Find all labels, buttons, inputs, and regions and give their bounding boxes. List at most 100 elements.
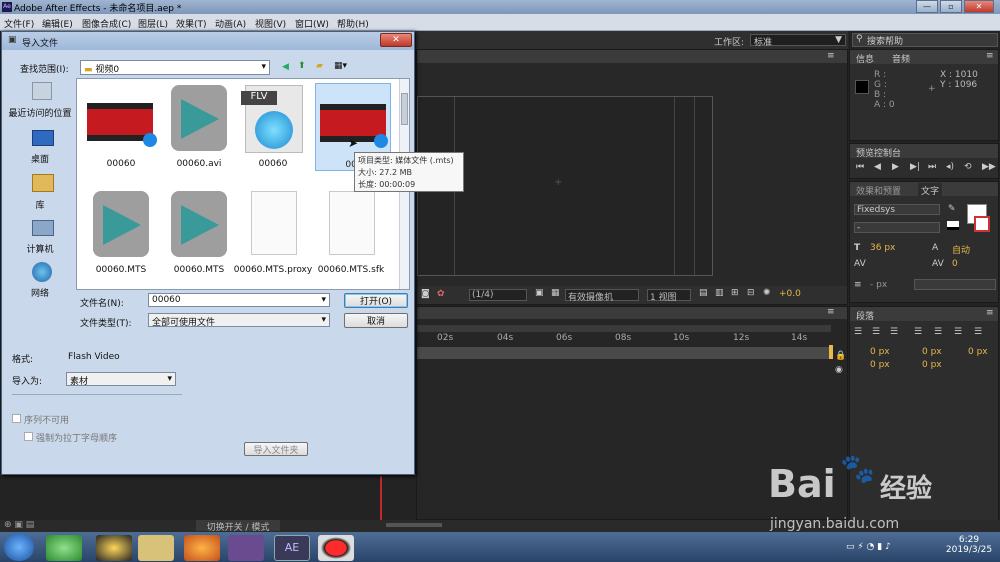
panel-menu-icon[interactable]: ≡ [986,51,994,61]
open-button[interactable]: 打开(O) [344,293,408,308]
audio-icon[interactable]: ◂) [946,162,954,172]
app-360-icon[interactable] [46,535,82,561]
import-as-select[interactable]: 素材 ▾ [66,372,176,387]
justify-left-icon[interactable]: ☰ [914,327,922,337]
font-size-value[interactable]: 36 px [870,243,895,253]
camera-snapshot-icon[interactable]: ◙ [421,289,430,299]
current-time-indicator[interactable] [829,345,833,359]
region-icon[interactable]: ▣ [535,288,544,298]
work-area-bar[interactable] [417,325,831,332]
place-network[interactable]: 网络 [8,286,72,299]
tab-audio[interactable]: 音频 [892,52,910,65]
last-frame-icon[interactable]: ⏭ [928,162,936,172]
place-computer[interactable]: 计算机 [8,242,72,255]
font-family-select[interactable]: Fixedsys [854,204,940,215]
tab-character[interactable]: 文字 [918,183,943,198]
fast-preview-icon[interactable]: ▥ [715,288,724,298]
toggle-pixel-icon[interactable]: ▤ [699,288,708,298]
indent-right-value[interactable]: 0 px [922,347,942,357]
file-item[interactable]: 00060.MTS.proxy [234,191,312,279]
indent-first-value[interactable]: 0 px [968,347,988,357]
align-right-icon[interactable]: ☰ [890,327,898,337]
place-desktop[interactable]: 桌面 [8,152,72,165]
align-center-icon[interactable]: ☰ [872,327,880,337]
file-item[interactable]: 00060.MTS [163,191,235,279]
place-library[interactable]: 库 [8,198,72,211]
fill-color-swatch[interactable] [947,221,959,230]
scrollbar-thumb[interactable] [401,93,408,125]
eyedropper-icon[interactable]: ✎ [948,204,956,214]
video-player-icon[interactable] [228,535,264,561]
loop-icon[interactable]: ⟲ [964,162,972,172]
after-effects-taskbar-icon[interactable]: AE [274,535,310,561]
tab-paragraph[interactable]: 段落 [856,309,874,322]
stroke-mode-select[interactable] [914,279,996,290]
filename-input[interactable]: 00060 ▾ [148,293,330,307]
new-folder-icon[interactable]: ▰ [316,61,323,71]
file-item[interactable]: 00060 [85,85,157,173]
next-frame-icon[interactable]: ▶| [910,162,920,172]
menu-layer[interactable]: 图层(L) [138,17,168,30]
project-settings-icon[interactable]: ⊕ ▣ ▤ [4,520,34,530]
dialog-close-button[interactable]: ✕ [380,33,412,47]
resolution-select[interactable]: (1/4) [469,289,527,301]
prev-frame-icon[interactable]: ◀ [874,162,881,172]
tab-info[interactable]: 信息 [856,52,874,65]
recorder-icon[interactable] [318,535,354,561]
workspace-select[interactable]: 标准 ▼ [750,34,846,48]
menu-effect[interactable]: 效果(T) [176,17,207,30]
exposure-icon[interactable]: ✺ [763,288,771,298]
space-before-value[interactable]: 0 px [870,360,890,370]
transparency-grid-icon[interactable]: ▦ [551,288,560,298]
clock[interactable]: 6:29 2019/3/25 [944,535,994,555]
stroke-color[interactable] [974,216,990,232]
zoom-slider[interactable] [386,523,442,527]
space-after-value[interactable]: 0 px [922,360,942,370]
first-frame-icon[interactable]: ⏮ [856,162,864,172]
maximize-button[interactable]: ▫ [940,0,962,13]
help-search-input[interactable]: ⚲ 搜索帮助 [852,33,998,47]
file-item[interactable]: 00060.MTS [85,191,157,279]
tracking-value[interactable]: 0 [952,259,958,269]
minimize-button[interactable]: — [916,0,938,13]
justify-center-icon[interactable]: ☰ [934,327,942,337]
menu-composition[interactable]: 图像合成(C) [82,17,131,30]
timeline-icon[interactable]: ⊞ [731,288,739,298]
place-recent[interactable]: 最近访问的位置 [8,106,72,119]
indent-value[interactable]: - px [870,280,887,290]
filetype-select[interactable]: 全部可使用文件 ▾ [148,313,330,328]
menu-window[interactable]: 窗口(W) [295,17,329,30]
panel-menu-icon[interactable]: ≡ [986,308,994,318]
exposure-value[interactable]: +0.0 [779,289,801,299]
file-explorer-icon[interactable] [138,535,174,561]
flowchart-icon[interactable]: ⊟ [747,288,755,298]
tray-icons[interactable]: ▭ ⚡ ◔ ▮ ♪ [846,542,891,552]
menu-animation[interactable]: 动画(A) [215,17,246,30]
up-folder-icon[interactable]: ⬆ [298,61,306,71]
justify-right-icon[interactable]: ☰ [954,327,962,337]
camera-select[interactable]: 有效摄像机 [565,289,639,303]
lock-icon[interactable]: 🔒 [835,351,846,361]
color-channels-icon[interactable]: ✿ [437,289,445,299]
qq-icon[interactable] [96,535,132,561]
font-style-select[interactable]: - [854,222,940,233]
views-select[interactable]: 1 视图 [647,289,691,303]
tab-effects-presets[interactable]: 效果和预置 [856,184,901,197]
file-item[interactable]: FLV 00060 [237,85,309,173]
leading-value[interactable]: 自动 [952,243,970,256]
tab-preview[interactable]: 预览控制台 [856,146,901,159]
file-item[interactable]: 00060.avi [163,85,235,173]
firefox-icon[interactable] [184,535,220,561]
look-in-select[interactable]: ▬ 视频0 ▾ [80,60,270,75]
align-left-icon[interactable]: ☰ [854,327,862,337]
camera-icon[interactable]: ◉ [835,365,843,375]
force-alpha-checkbox[interactable] [24,432,33,441]
toggle-switches-button[interactable]: 切换开关 / 模式 [196,520,280,533]
panel-menu-icon[interactable]: ≡ [827,307,835,317]
menu-view[interactable]: 视图(V) [255,17,286,30]
close-button[interactable]: ✕ [964,0,994,13]
view-menu-icon[interactable]: ▦▾ [334,61,347,71]
menu-file[interactable]: 文件(F) [4,17,34,30]
panel-menu-icon[interactable]: ≡ [827,51,835,61]
play-icon[interactable]: ▶ [892,162,899,172]
